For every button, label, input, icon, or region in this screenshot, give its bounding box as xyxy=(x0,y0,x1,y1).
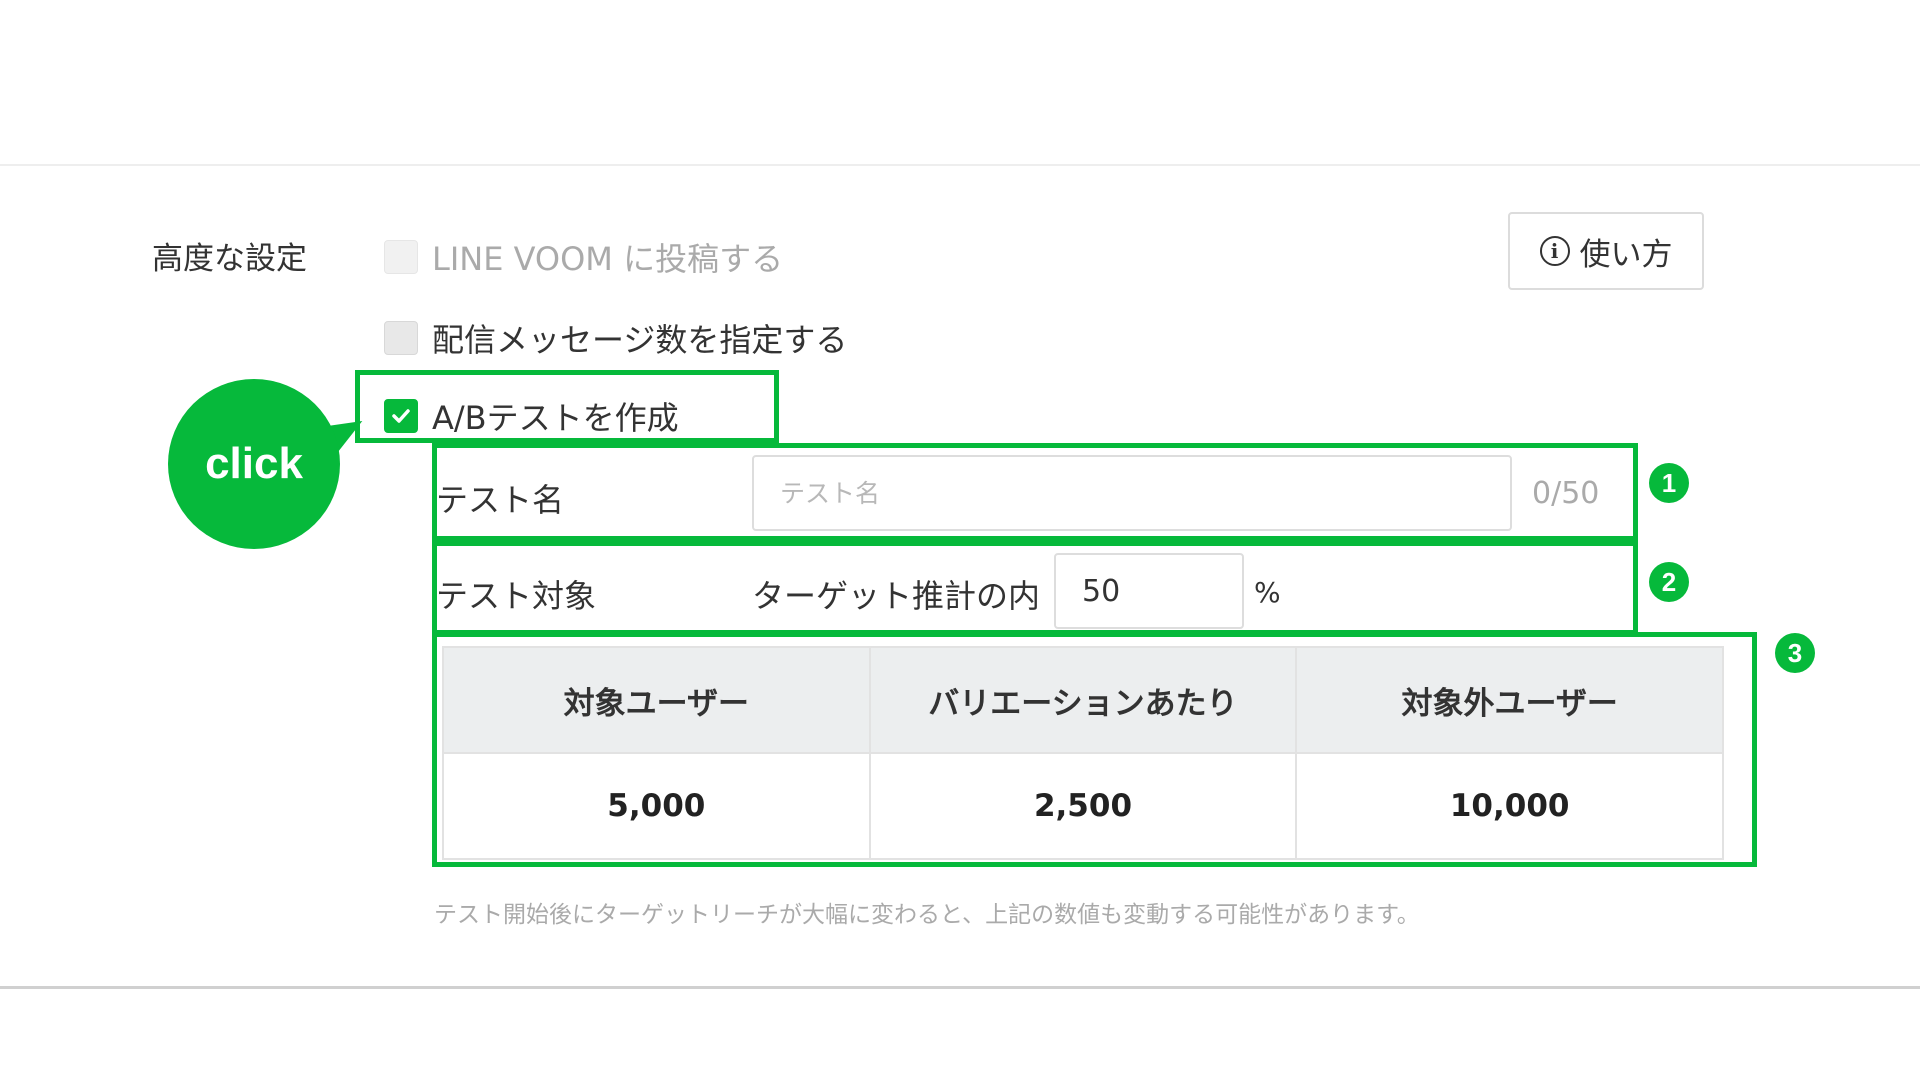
option-line-voom[interactable]: LINE VOOM に投稿する xyxy=(384,234,783,280)
help-button[interactable]: i 使い方 xyxy=(1508,212,1704,290)
table-header-row: 対象ユーザー バリエーションあたり 対象外ユーザー xyxy=(442,646,1724,754)
test-name-label: テスト名 xyxy=(436,481,565,519)
header-per-variation: バリエーションあたり xyxy=(868,646,1298,754)
value-target-users: 5,000 xyxy=(442,752,871,860)
badge-2: 2 xyxy=(1649,562,1689,602)
click-callout: click xyxy=(168,379,340,549)
test-name-counter: 0/50 xyxy=(1532,476,1600,511)
bottom-divider xyxy=(0,986,1920,989)
users-table: 対象ユーザー バリエーションあたり 対象外ユーザー 5,000 2,500 10… xyxy=(442,646,1724,860)
line-voom-label: LINE VOOM に投稿する xyxy=(432,240,784,278)
test-name-input[interactable] xyxy=(752,455,1512,531)
click-callout-text: click xyxy=(205,439,303,488)
value-per-variation: 2,500 xyxy=(868,752,1298,860)
target-estimate-label: ターゲット推計の内 xyxy=(752,577,1041,615)
badge-1: 1 xyxy=(1649,463,1689,503)
target-percent-input[interactable] xyxy=(1054,553,1244,629)
top-divider xyxy=(0,164,1920,166)
header-excluded-users: 対象外ユーザー xyxy=(1295,646,1724,754)
info-icon: i xyxy=(1539,236,1570,266)
message-limit-label: 配信メッセージ数を指定する xyxy=(432,321,848,359)
help-button-label: 使い方 xyxy=(1579,236,1673,273)
header-target-users: 対象ユーザー xyxy=(442,646,871,754)
percent-sign: % xyxy=(1254,576,1281,609)
test-target-label: テスト対象 xyxy=(436,577,597,615)
highlight-ab-test-checkbox xyxy=(355,370,779,443)
value-excluded-users: 10,000 xyxy=(1295,752,1724,860)
badge-3: 3 xyxy=(1775,633,1815,673)
reach-change-note: テスト開始後にターゲットリーチが大幅に変わると、上記の数値も変動する可能性があり… xyxy=(434,902,1420,928)
line-voom-checkbox[interactable] xyxy=(384,240,418,274)
table-row: 5,000 2,500 10,000 xyxy=(442,752,1724,860)
message-limit-checkbox[interactable] xyxy=(384,321,418,355)
section-label: 高度な設定 xyxy=(152,241,307,277)
option-message-limit[interactable]: 配信メッセージ数を指定する xyxy=(384,315,847,361)
